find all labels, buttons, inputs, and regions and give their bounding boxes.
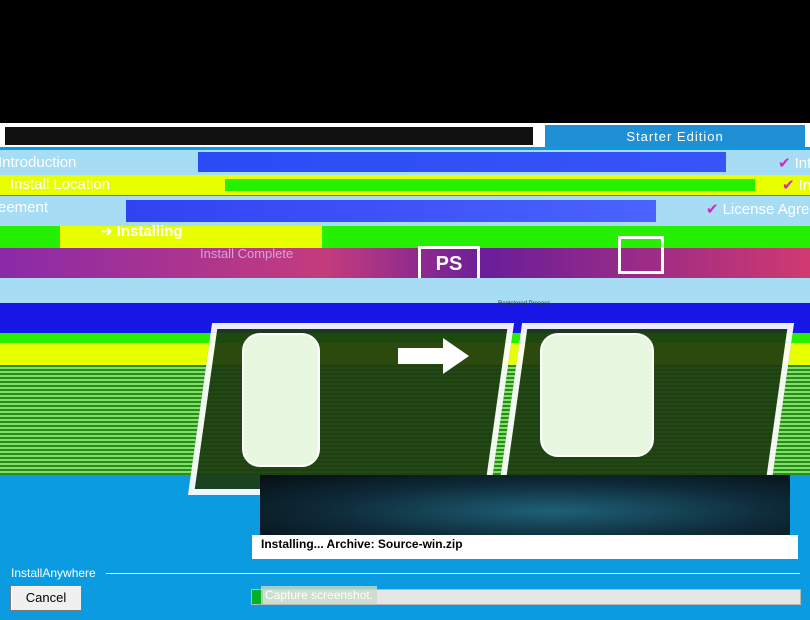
phone-mockup-right (540, 333, 654, 457)
step-install-location-right: ✔Install (782, 177, 810, 194)
step-license-left: eement (0, 199, 49, 216)
step-license-agreement: ✔ License Agre (706, 201, 810, 218)
step-installing: ➜ Installing (100, 223, 183, 240)
footer-divider (106, 573, 800, 574)
header-dark-strip (5, 127, 533, 145)
download-icon (618, 236, 664, 274)
illustration-app-name: Registered Process (498, 301, 551, 307)
step-introduction: Introduction (0, 154, 77, 171)
install-status-text: Installing... Archive: Source-win.zip (261, 537, 463, 551)
top-black-region (0, 0, 810, 123)
illustration-dark-strip (260, 475, 790, 535)
cancel-button[interactable]: Cancel (10, 585, 82, 611)
step-row-install-location (0, 175, 810, 195)
arrow-right-icon: ➜ (100, 223, 117, 240)
glitch-band-magenta (0, 248, 810, 278)
photoshop-icon: PS (418, 246, 480, 282)
arrow-stem (398, 348, 444, 364)
step-row-introduction (0, 150, 810, 175)
check-icon: ✔ (782, 177, 795, 194)
step-install-location: Install Location (10, 176, 111, 193)
edition-label: Starter Edition (545, 125, 805, 147)
check-icon: ✔ (706, 201, 719, 218)
check-icon: ✔ (778, 155, 791, 172)
step-install-complete: Install Complete (200, 246, 294, 261)
glitch-band-lightblue (0, 278, 810, 303)
step-introduction-right: ✔ Int (778, 155, 810, 172)
vendor-label: InstallAnywhere (11, 566, 96, 580)
phone-mockup-left (242, 333, 320, 467)
arrow-right-icon (443, 338, 469, 374)
capture-screenshot-tooltip: Capture screenshot. (261, 586, 378, 604)
